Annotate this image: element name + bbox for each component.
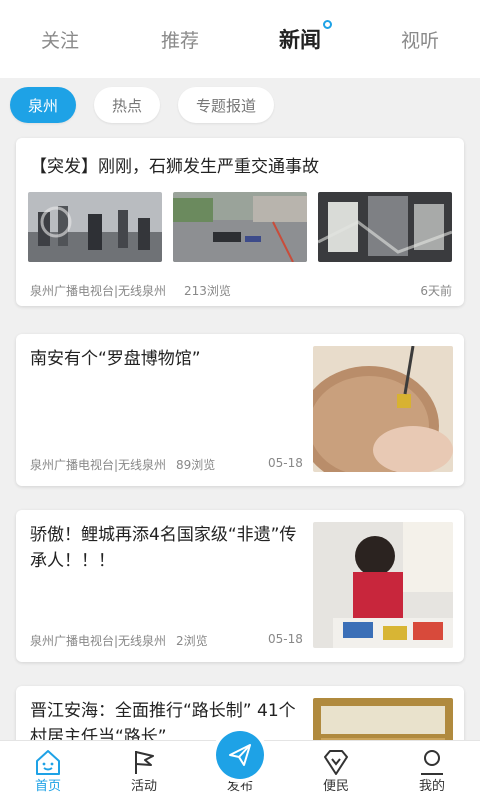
tab-video-audio-label: 视听 (400, 29, 439, 52)
article-views: 213浏览 (184, 284, 231, 298)
article-source: 泉州广播电视台|无线泉州 (30, 634, 167, 648)
article-card[interactable]: 南安有个“罗盘博物馆” 泉州广播电视台|无线泉州 89浏览 05-18 (16, 334, 464, 486)
send-icon (229, 744, 251, 766)
nav-mine[interactable]: 我的 (384, 741, 480, 800)
article-views: 2浏览 (176, 634, 208, 648)
tab-news-label: 新闻 (279, 28, 321, 52)
article-image (313, 698, 453, 740)
article-title: 骄傲！鲤城再添4名国家级“非遗”传承人！！！ (30, 525, 297, 571)
chip-special[interactable]: 专题报道 (178, 87, 275, 123)
article-time: 05-18 (268, 632, 303, 646)
nav-service-label: 便民 (322, 779, 349, 794)
article-image (173, 192, 307, 262)
article-title: 南安有个“罗盘博物馆” (30, 349, 201, 369)
diamond-icon (324, 750, 348, 775)
nav-activity[interactable]: 活动 (96, 741, 192, 800)
article-image (313, 346, 453, 472)
tab-follow-label: 关注 (40, 29, 79, 52)
nav-activity-label: 活动 (130, 779, 157, 794)
article-card[interactable]: 【突发】刚刚，石狮发生严重交通事故 泉州广播电视台|无线泉州 213浏览 6天前 (16, 138, 464, 306)
tab-news[interactable]: 新闻 (240, 20, 360, 54)
article-source: 泉州广播电视台|无线泉州 (30, 284, 167, 298)
tab-recommend[interactable]: 推荐 (120, 26, 240, 53)
nav-service[interactable]: 便民 (288, 741, 384, 800)
article-time: 6天前 (420, 284, 452, 298)
nav-mine-label: 我的 (418, 779, 445, 794)
article-image (318, 192, 452, 262)
tab-video-audio[interactable]: 视听 (360, 26, 480, 53)
user-icon (421, 750, 443, 775)
new-dot-icon (323, 20, 332, 29)
article-title: 【突发】刚刚，石狮发生严重交通事故 (30, 157, 319, 177)
article-title: 晋江安海：全面推行“路长制” 41个村居主任当“路长” (30, 701, 296, 740)
tab-follow[interactable]: 关注 (0, 26, 120, 53)
home-icon (36, 750, 60, 775)
article-image (28, 192, 162, 262)
article-views: 89浏览 (176, 458, 216, 472)
top-tab-bar: 关注 推荐 新闻 视听 (0, 0, 480, 78)
nav-publish[interactable]: 发布 (192, 731, 288, 800)
article-time: 05-18 (268, 456, 303, 470)
tab-recommend-label: 推荐 (160, 29, 199, 52)
chip-quanzhou[interactable]: 泉州 (10, 87, 77, 123)
publish-button[interactable] (216, 731, 264, 779)
nav-home[interactable]: 首页 (0, 741, 96, 800)
article-card[interactable]: 骄傲！鲤城再添4名国家级“非遗”传承人！！！ 泉州广播电视台|无线泉州 2浏览 … (16, 510, 464, 662)
flag-icon (135, 751, 154, 774)
bottom-nav: 首页 活动 发布 便民 我的 (0, 731, 480, 800)
sub-tab-bar: 泉州 热点 专题报道 (0, 78, 480, 132)
article-source: 泉州广播电视台|无线泉州 (30, 458, 167, 472)
news-feed[interactable]: 【突发】刚刚，石狮发生严重交通事故 泉州广播电视台|无线泉州 213浏览 6天前… (0, 132, 480, 740)
article-image (313, 522, 453, 648)
nav-home-label: 首页 (34, 779, 61, 794)
chip-hot[interactable]: 热点 (94, 87, 161, 123)
